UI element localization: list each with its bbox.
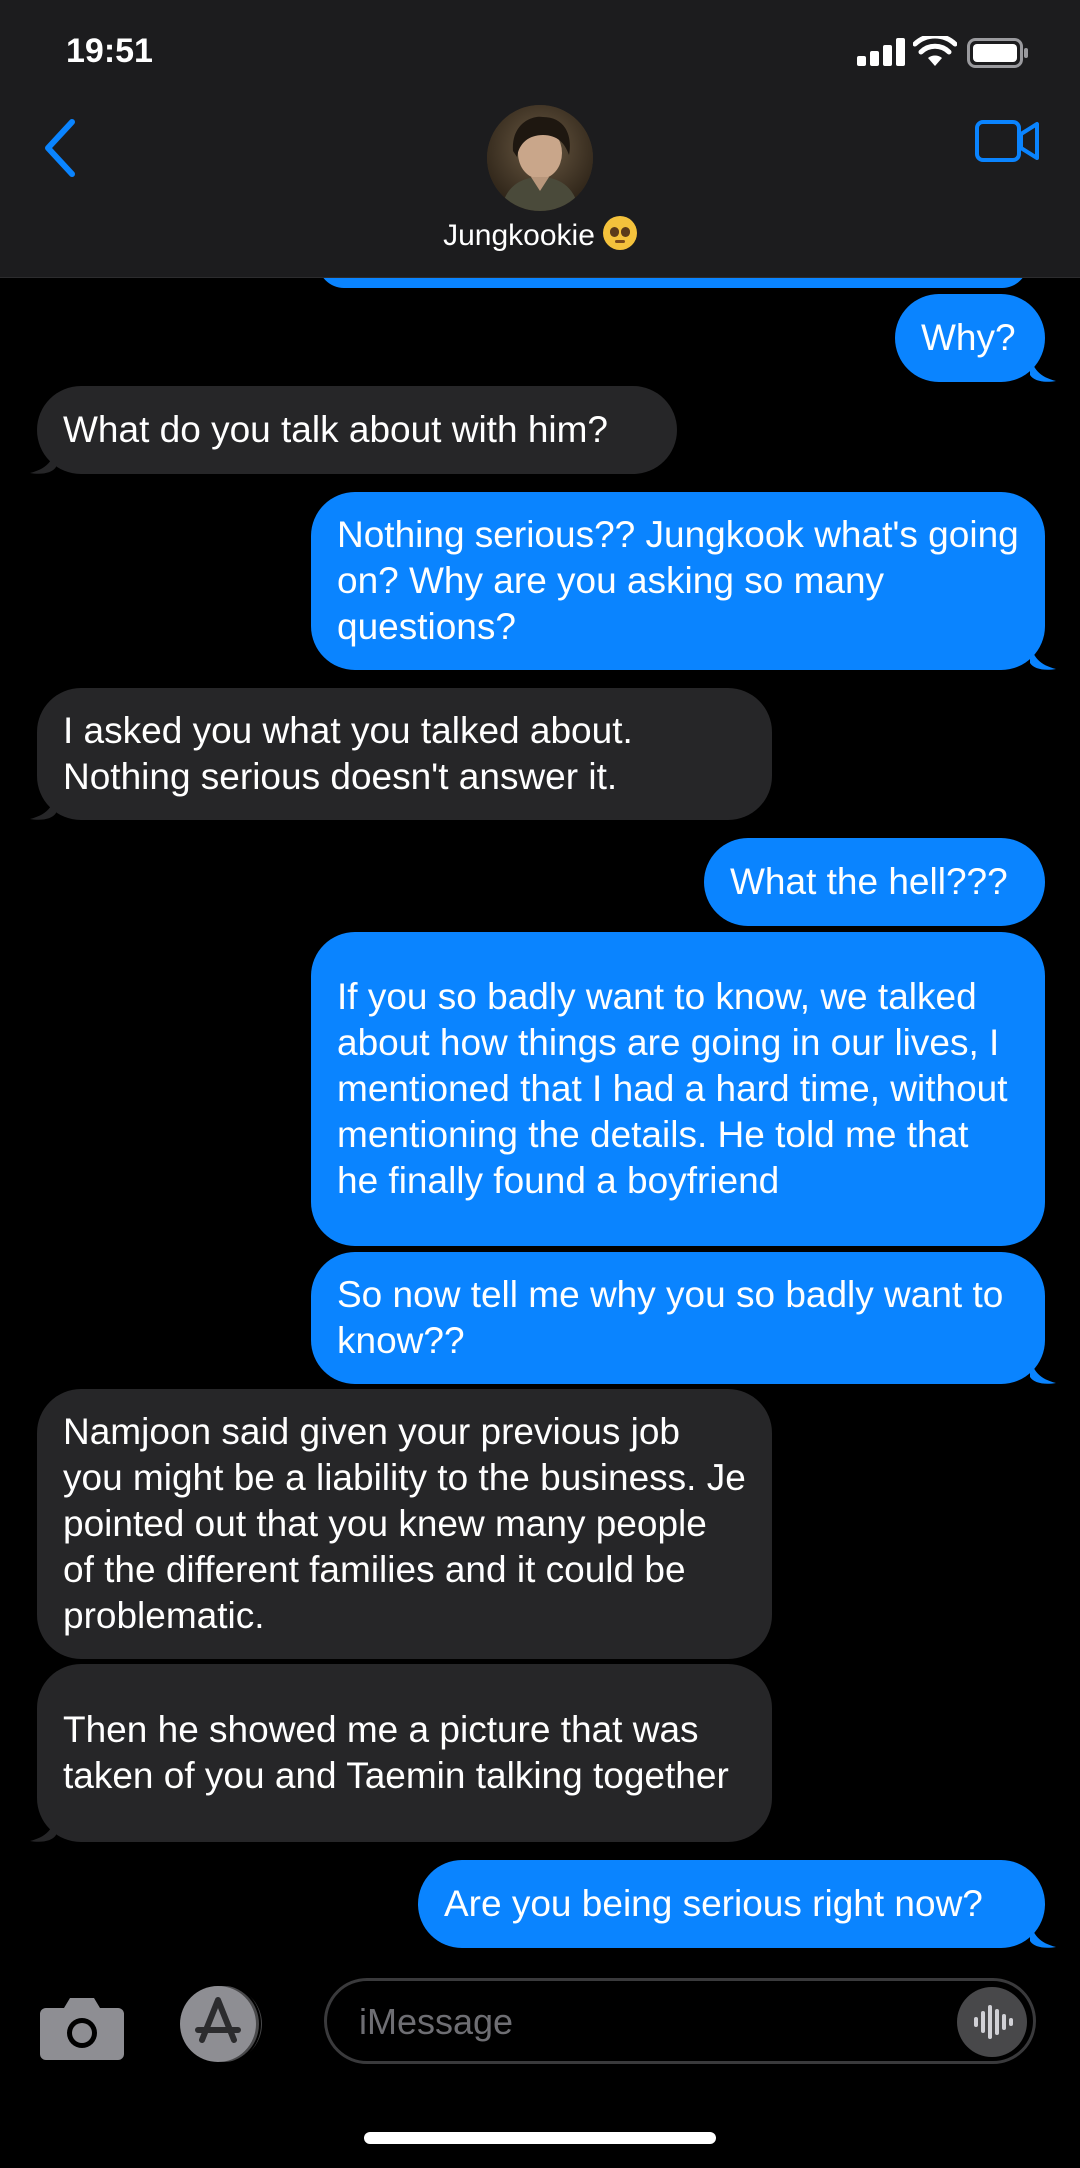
message-bubble-outgoing[interactable]: Why?	[895, 294, 1045, 382]
message-text: So now tell me why you so badly want to …	[337, 1274, 1004, 1361]
contact-name: Jungkookie	[443, 219, 595, 252]
message-text: I asked you what you talked about. Nothi…	[63, 710, 633, 797]
bubble-tail	[1030, 1919, 1056, 1948]
audio-waveform-icon	[974, 2005, 1013, 2039]
bubble-tail	[30, 1813, 56, 1842]
message-bubble-incoming[interactable]: Then he showed me a picture that was tak…	[37, 1664, 772, 1842]
message-bubble-outgoing[interactable]: If you so badly want to know, we talked …	[311, 932, 1045, 1246]
home-indicator[interactable]	[364, 2132, 716, 2144]
contact-name-row[interactable]: Jungkookie	[0, 216, 1080, 253]
message-thread[interactable]: Why? What do you talk about with him? No…	[0, 0, 1080, 1960]
conversation-header: 19:51 Jungkookie	[0, 0, 1080, 278]
battery-icon	[967, 38, 1028, 68]
avatar-image	[487, 105, 593, 211]
message-bubble-outgoing[interactable]: What the hell???	[704, 838, 1045, 926]
bubble-tail	[30, 791, 56, 820]
message-bubble-outgoing[interactable]: Nothing serious?? Jungkook what's going …	[311, 492, 1045, 670]
bubble-tail	[1030, 353, 1056, 382]
bubble-tail	[30, 445, 56, 474]
wifi-icon	[913, 36, 957, 66]
input-bar	[0, 1960, 1080, 2168]
message-bubble-outgoing[interactable]: Are you being serious right now?	[418, 1860, 1045, 1948]
message-input[interactable]	[357, 1995, 921, 2049]
message-text: What the hell???	[730, 861, 1008, 902]
avatar[interactable]	[487, 105, 593, 211]
bubble-tail	[1030, 641, 1056, 670]
cellular-signal-icon	[857, 38, 907, 66]
message-text: Namjoon said given your previous job you…	[63, 1411, 746, 1636]
message-bubble-outgoing[interactable]: So now tell me why you so badly want to …	[311, 1252, 1045, 1384]
message-text: What do you talk about with him?	[63, 409, 609, 450]
message-input-field[interactable]	[324, 1978, 1036, 2064]
message-bubble-incoming[interactable]: What do you talk about with him?	[37, 386, 677, 474]
message-text: If you so badly want to know, we talked …	[337, 976, 1008, 1201]
app-store-icon[interactable]	[176, 1982, 274, 2066]
message-text: Nothing serious?? Jungkook what's going …	[337, 514, 1019, 647]
message-bubble-incoming[interactable]: I asked you what you talked about. Nothi…	[37, 688, 772, 820]
message-text: Are you being serious right now?	[444, 1883, 983, 1924]
video-camera-icon[interactable]	[974, 118, 1040, 164]
bubble-tail	[1030, 1355, 1056, 1384]
camera-icon[interactable]	[38, 1990, 126, 2062]
message-text: Then he showed me a picture that was tak…	[63, 1709, 729, 1796]
audio-record-button[interactable]	[957, 1987, 1027, 2057]
pleading-face-emoji-icon	[602, 216, 637, 250]
message-text: Why?	[921, 317, 1016, 358]
message-bubble-incoming[interactable]: Namjoon said given your previous job you…	[37, 1389, 772, 1659]
back-button[interactable]	[38, 116, 82, 180]
status-time: 19:51	[66, 32, 153, 70]
